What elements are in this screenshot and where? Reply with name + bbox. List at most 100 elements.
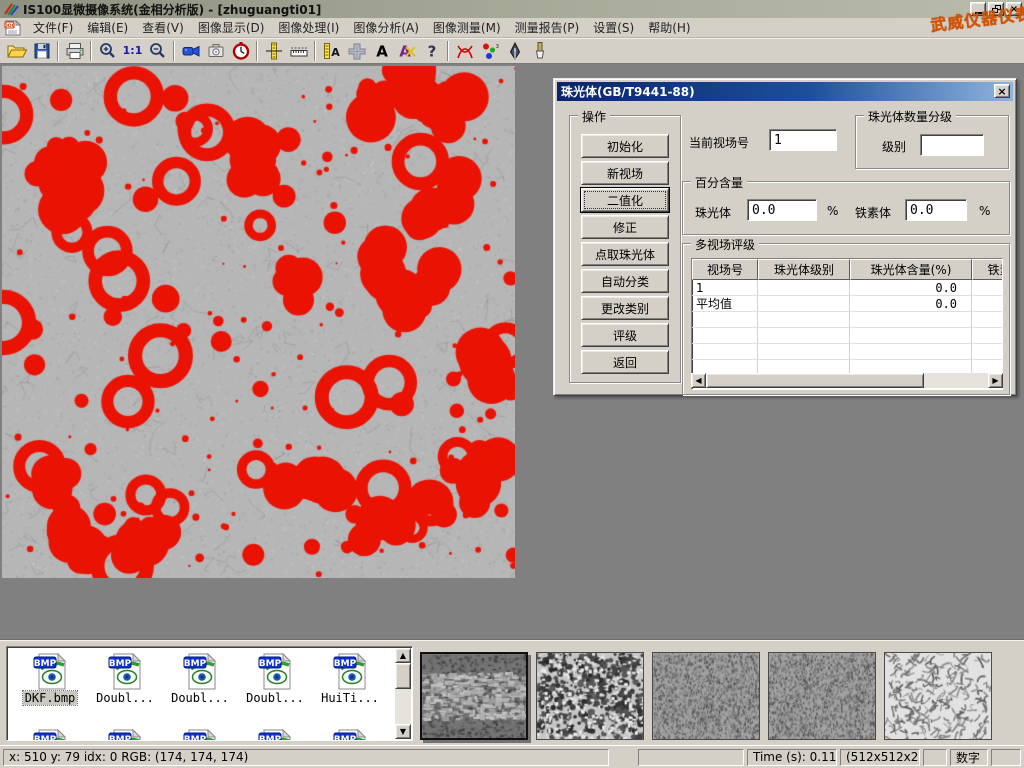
- menu-image-analysis[interactable]: 图像分析(A): [346, 17, 426, 38]
- dialog-title-bar[interactable]: 珠光体(GB/T9441-88) ×: [557, 82, 1013, 101]
- menu-image-display[interactable]: 图像显示(D): [191, 17, 272, 38]
- metallograph-image[interactable]: [2, 66, 515, 578]
- count-marks-button[interactable]: 3: [477, 40, 502, 62]
- menu-measure-report[interactable]: 测量报告(P): [508, 17, 587, 38]
- text-effects-button[interactable]: A: [394, 40, 419, 62]
- menu-settings[interactable]: 设置(S): [586, 17, 641, 38]
- file-name[interactable]: DKF.bmp: [23, 691, 78, 705]
- file-item[interactable]: DKF.bmp: [13, 651, 87, 705]
- restore-button[interactable]: [988, 2, 1004, 16]
- change-class-button[interactable]: 更改类别: [581, 296, 669, 320]
- file-item[interactable]: [13, 727, 87, 741]
- auto-classify-button[interactable]: 自动分类: [581, 269, 669, 293]
- scroll-right-arrow[interactable]: ▶: [988, 373, 1003, 388]
- return-button[interactable]: 返回: [581, 350, 669, 374]
- thumbnail-1[interactable]: [420, 652, 528, 740]
- binarize-button[interactable]: 二值化: [581, 188, 669, 212]
- file-name[interactable]: Doubl...: [169, 691, 231, 705]
- video-camera-button[interactable]: [178, 40, 203, 62]
- caliper-icon: [263, 41, 285, 61]
- zoom-in-button[interactable]: [95, 40, 120, 62]
- scroll-up-arrow[interactable]: ▲: [395, 648, 411, 663]
- file-name[interactable]: HuiTi...: [319, 691, 381, 705]
- minimize-button[interactable]: [970, 2, 986, 16]
- file-item[interactable]: HuiTi...: [313, 651, 387, 705]
- thumbnail-4[interactable]: [768, 652, 876, 740]
- ferrite-percent-input[interactable]: [905, 199, 967, 221]
- table-header-row: 视场号 珠光体级别 珠光体含量(%) 铁素体含量(%): [692, 259, 1003, 280]
- file-item[interactable]: [313, 727, 387, 741]
- pick-pearlite-button[interactable]: 点取珠光体: [581, 242, 669, 266]
- init-button[interactable]: 初始化: [581, 134, 669, 158]
- text-effects-icon: A: [396, 41, 418, 61]
- curve-measure-button[interactable]: [452, 40, 477, 62]
- actual-size-button[interactable]: 1:1: [120, 40, 145, 62]
- timer-button[interactable]: [228, 40, 253, 62]
- col-pearlite-grade[interactable]: 珠光体级别: [758, 259, 850, 280]
- open-folder-button[interactable]: [4, 40, 29, 62]
- hscroll-thumb[interactable]: [706, 373, 924, 388]
- toolbar: 1:1 A A A ? 3: [0, 38, 1024, 64]
- bmp-file-icon: [257, 651, 293, 691]
- print-icon: [64, 41, 86, 61]
- thumbnail-5[interactable]: [884, 652, 992, 740]
- help-icon: ?: [421, 41, 443, 61]
- menu-view[interactable]: 查看(V): [135, 17, 191, 38]
- scroll-down-arrow[interactable]: ▼: [395, 724, 411, 739]
- file-item[interactable]: Doubl...: [88, 651, 162, 705]
- close-button[interactable]: ×: [1006, 2, 1022, 16]
- print-button[interactable]: [62, 40, 87, 62]
- zoom-out-button[interactable]: [145, 40, 170, 62]
- correct-button[interactable]: 修正: [581, 215, 669, 239]
- bmp-file-icon: [32, 651, 68, 691]
- col-ferrite-content[interactable]: 铁素体含量(%): [972, 259, 1003, 280]
- svg-text:DOC: DOC: [4, 23, 16, 29]
- level-input[interactable]: [920, 134, 984, 156]
- file-list[interactable]: DKF.bmp Doubl... Doubl... Doubl... HuiTi…: [6, 646, 413, 741]
- menu-edit[interactable]: 编辑(E): [80, 17, 135, 38]
- thumbnail-3[interactable]: [652, 652, 760, 740]
- scroll-left-arrow[interactable]: ◀: [691, 373, 706, 388]
- table-row[interactable]: 平均值 0.0: [692, 296, 1003, 312]
- rate-button[interactable]: 评级: [581, 323, 669, 347]
- cell-grade: [758, 280, 850, 296]
- document-icon[interactable]: DOC: [4, 20, 22, 36]
- menu-image-processing[interactable]: 图像处理(I): [271, 17, 346, 38]
- current-field-input[interactable]: [769, 129, 837, 151]
- rating-table[interactable]: 视场号 珠光体级别 珠光体含量(%) 铁素体含量(%) 1 0.0: [691, 258, 1003, 390]
- file-item[interactable]: [88, 727, 162, 741]
- file-item[interactable]: Doubl...: [163, 651, 237, 705]
- capture-button[interactable]: [203, 40, 228, 62]
- grid-cross-button[interactable]: [344, 40, 369, 62]
- menu-help[interactable]: 帮助(H): [641, 17, 697, 38]
- dialog-close-button[interactable]: ×: [994, 84, 1010, 98]
- vscroll-thumb[interactable]: [395, 663, 411, 689]
- menu-image-measure[interactable]: 图像测量(M): [426, 17, 508, 38]
- multi-field-group: 多视场评级 视场号 珠光体级别 珠光体含量(%) 铁素体含量(%) 1 0.0: [682, 243, 1010, 395]
- caliper-button[interactable]: [261, 40, 286, 62]
- file-name[interactable]: Doubl...: [244, 691, 306, 705]
- file-item[interactable]: [163, 727, 237, 741]
- new-field-button[interactable]: 新视场: [581, 161, 669, 185]
- pearlite-percent-input[interactable]: [747, 199, 817, 221]
- pen-button[interactable]: [502, 40, 527, 62]
- thumbnail-2[interactable]: [536, 652, 644, 740]
- file-item[interactable]: [238, 727, 312, 741]
- table-hscrollbar[interactable]: ◀ ▶: [691, 373, 1003, 388]
- file-list-vscrollbar[interactable]: ▲ ▼: [395, 648, 411, 739]
- help-button[interactable]: ?: [419, 40, 444, 62]
- ruler-button[interactable]: [286, 40, 311, 62]
- percent-group: 百分含量 珠光体 % 铁素体 %: [682, 181, 1010, 235]
- table-row[interactable]: 1 0.0: [692, 280, 1003, 296]
- measure-text-button[interactable]: A: [319, 40, 344, 62]
- text-button[interactable]: A: [369, 40, 394, 62]
- brush-button[interactable]: [527, 40, 552, 62]
- col-pearlite-content[interactable]: 珠光体含量(%): [850, 259, 972, 280]
- file-item[interactable]: Doubl...: [238, 651, 312, 705]
- save-button[interactable]: [29, 40, 54, 62]
- svg-text:A: A: [376, 42, 388, 60]
- menu-file[interactable]: 文件(F): [26, 17, 80, 38]
- file-name[interactable]: Doubl...: [94, 691, 156, 705]
- col-field-no[interactable]: 视场号: [692, 259, 758, 280]
- pearlite-label: 珠光体: [695, 204, 731, 221]
